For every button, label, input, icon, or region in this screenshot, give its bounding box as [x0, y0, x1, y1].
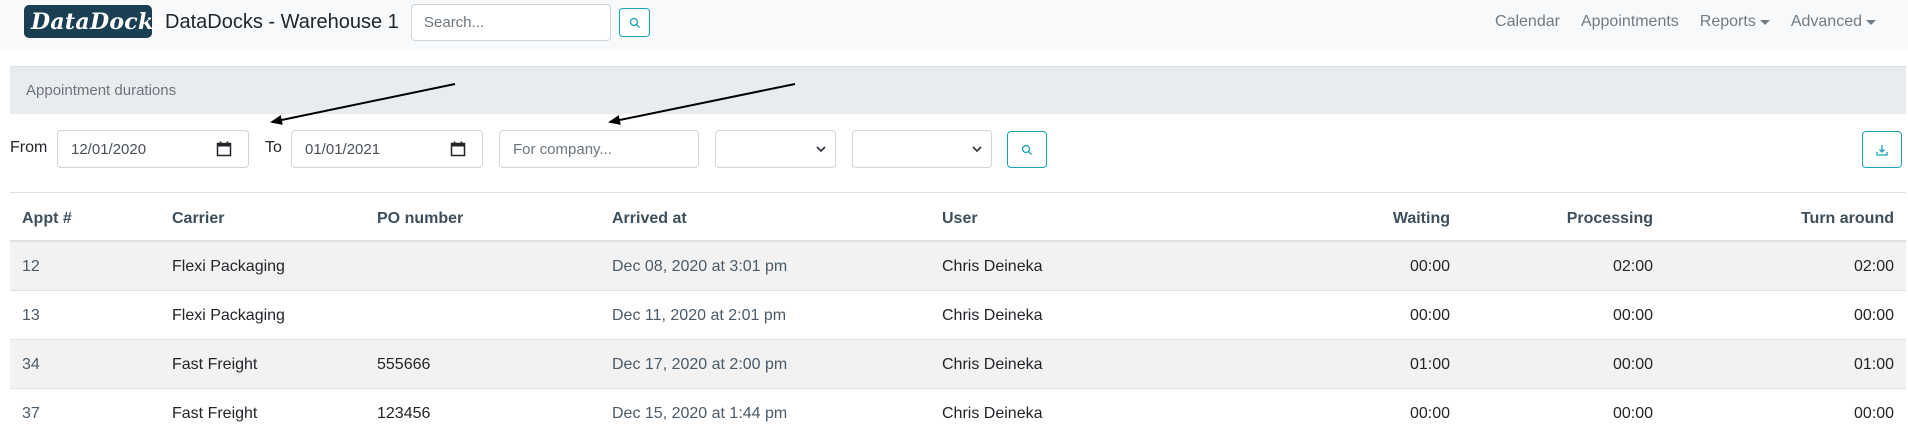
- cell-processing: 00:00: [1612, 307, 1653, 324]
- filter-search-button[interactable]: [1007, 131, 1047, 168]
- to-label: To: [265, 139, 282, 156]
- cell-waiting: 00:00: [1409, 307, 1450, 324]
- filter-bar: From 12/01/2020 To 01/01/2021 For compan…: [0, 126, 1908, 172]
- cell-arrived: Dec 15, 2020 at 1:44 pm: [612, 405, 788, 422]
- cell-processing: 00:00: [1612, 356, 1653, 373]
- chevron-down-icon: [972, 146, 982, 153]
- cell-turnaround: 00:00: [1853, 405, 1894, 422]
- download-button[interactable]: [1862, 131, 1902, 168]
- nav-dropdown-advanced[interactable]: Advanced: [1791, 13, 1876, 31]
- cell-waiting: 00:00: [1409, 405, 1450, 422]
- table-row[interactable]: 37 Fast Freight 123456 Dec 15, 2020 at 1…: [10, 389, 1906, 432]
- col-header-waiting[interactable]: Waiting: [1393, 210, 1450, 228]
- search-icon: [1021, 144, 1032, 155]
- filter-select-1[interactable]: [715, 130, 836, 168]
- col-header-appt[interactable]: Appt #: [22, 210, 72, 228]
- calendar-icon[interactable]: [450, 141, 466, 157]
- cell-carrier: Flexi Packaging: [172, 307, 285, 324]
- from-label: From: [10, 139, 48, 156]
- company-placeholder: For company...: [513, 140, 612, 158]
- table-header: Appt # Carrier PO number Arrived at User…: [10, 192, 1906, 242]
- cell-user: Chris Deineka: [942, 258, 1043, 275]
- report-header: Appointment durations: [10, 66, 1906, 114]
- cell-arrived: Dec 11, 2020 at 2:01 pm: [612, 307, 787, 324]
- table-row[interactable]: 34 Fast Freight 555666 Dec 17, 2020 at 2…: [10, 340, 1906, 389]
- cell-waiting: 00:00: [1409, 258, 1450, 275]
- chevron-down-icon: [816, 146, 826, 153]
- from-date-input[interactable]: 12/01/2020: [57, 130, 249, 168]
- from-date-value: 12/01/2020: [71, 140, 147, 158]
- col-header-arrived[interactable]: Arrived at: [612, 210, 687, 228]
- col-header-carrier[interactable]: Carrier: [172, 210, 224, 228]
- navbar: Data Docks DataDocks - Warehouse 1 Calen…: [0, 0, 1908, 50]
- calendar-icon[interactable]: [216, 141, 232, 157]
- col-header-user[interactable]: User: [942, 210, 978, 228]
- nav-link-appointments-label: Appointments: [1580, 13, 1679, 30]
- nav-dropdown-reports-label: Reports: [1699, 13, 1756, 30]
- cell-arrived: Dec 17, 2020 at 2:00 pm: [612, 356, 788, 373]
- nav-link-calendar[interactable]: Calendar: [1495, 13, 1560, 31]
- search-icon: [629, 17, 640, 28]
- report-title: Appointment durations: [26, 82, 177, 99]
- to-date-input[interactable]: 01/01/2021: [291, 130, 483, 168]
- nav-dropdown-reports[interactable]: Reports: [1700, 13, 1770, 31]
- download-icon: [1876, 144, 1888, 156]
- table-row[interactable]: 13 Flexi Packaging Dec 11, 2020 at 2:01 …: [10, 291, 1906, 340]
- cell-carrier: Fast Freight: [172, 405, 258, 422]
- filter-select-2[interactable]: [852, 130, 992, 168]
- appointments-table: Appt # Carrier PO number Arrived at User…: [10, 192, 1906, 432]
- search-button[interactable]: [619, 8, 650, 37]
- cell-turnaround: 01:00: [1853, 356, 1894, 373]
- cell-processing: 02:00: [1612, 258, 1653, 275]
- cell-po: 123456: [377, 405, 431, 422]
- cell-processing: 00:00: [1612, 405, 1653, 422]
- cell-carrier: Fast Freight: [172, 356, 258, 373]
- logo-word-data: Data: [31, 8, 90, 35]
- nav-link-calendar-label: Calendar: [1495, 13, 1560, 30]
- nav-links: Calendar Appointments Reports Advanced: [1474, 13, 1876, 31]
- app-title: DataDocks - Warehouse 1: [165, 11, 399, 33]
- cell-carrier: Flexi Packaging: [172, 258, 285, 275]
- company-input[interactable]: For company...: [499, 130, 699, 168]
- table-row[interactable]: 12 Flexi Packaging Dec 08, 2020 at 3:01 …: [10, 242, 1906, 291]
- col-header-turnaround[interactable]: Turn around: [1801, 210, 1894, 228]
- col-header-po[interactable]: PO number: [377, 210, 463, 228]
- cell-turnaround: 02:00: [1853, 258, 1894, 275]
- logo-word-docks: Docks: [89, 8, 167, 35]
- cell-user: Chris Deineka: [942, 307, 1043, 324]
- to-date-value: 01/01/2021: [305, 140, 381, 158]
- nav-link-appointments[interactable]: Appointments: [1581, 13, 1679, 31]
- search-input[interactable]: [411, 4, 611, 41]
- datadocks-logo[interactable]: Data Docks: [24, 5, 166, 38]
- cell-appt[interactable]: 34: [22, 356, 40, 374]
- cell-appt[interactable]: 13: [22, 307, 40, 325]
- cell-user: Chris Deineka: [942, 356, 1043, 373]
- cell-appt[interactable]: 37: [22, 405, 40, 423]
- cell-arrived: Dec 08, 2020 at 3:01 pm: [612, 258, 788, 275]
- col-header-processing[interactable]: Processing: [1567, 210, 1653, 228]
- cell-po: 555666: [377, 356, 431, 373]
- caret-down-icon: [1866, 19, 1876, 25]
- cell-user: Chris Deineka: [942, 405, 1043, 422]
- cell-waiting: 01:00: [1409, 356, 1450, 373]
- cell-turnaround: 00:00: [1853, 307, 1894, 324]
- cell-appt[interactable]: 12: [22, 258, 40, 276]
- caret-down-icon: [1759, 19, 1770, 25]
- nav-dropdown-advanced-label: Advanced: [1790, 13, 1862, 30]
